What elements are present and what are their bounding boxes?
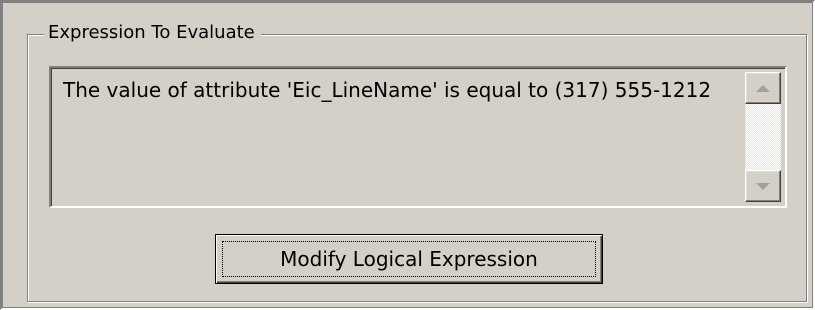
expression-textarea[interactable]: The value of attribute 'Eic_LineName' is… bbox=[49, 66, 787, 208]
modify-logical-expression-button[interactable]: Modify Logical Expression bbox=[215, 234, 603, 284]
scroll-up-arrow-icon bbox=[756, 84, 770, 92]
scroll-up-button[interactable] bbox=[745, 72, 781, 104]
groupbox-title: Expression To Evaluate bbox=[44, 21, 261, 45]
scroll-down-button[interactable] bbox=[745, 170, 781, 202]
expression-text: The value of attribute 'Eic_LineName' is… bbox=[63, 78, 712, 102]
modify-button-label: Modify Logical Expression bbox=[222, 241, 596, 277]
scroll-down-arrow-icon bbox=[756, 182, 770, 190]
vertical-scrollbar[interactable] bbox=[745, 72, 781, 202]
